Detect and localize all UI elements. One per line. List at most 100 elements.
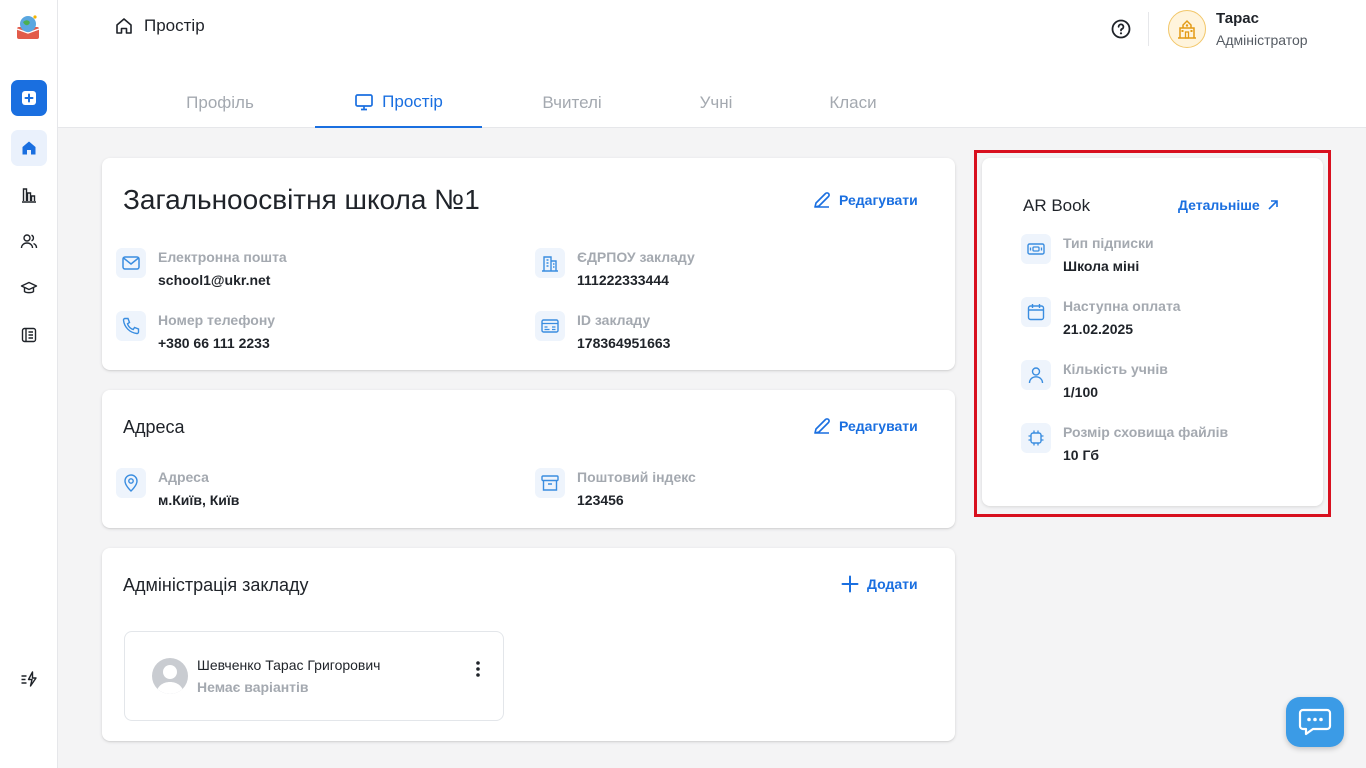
field-value: 123456 bbox=[577, 492, 624, 508]
phone-icon bbox=[116, 311, 146, 341]
field-value: 111222333444 bbox=[577, 272, 669, 288]
location-pin-icon bbox=[116, 468, 146, 498]
user-name: Тарас bbox=[1216, 10, 1259, 27]
field-value: м.Київ, Київ bbox=[158, 492, 240, 508]
field-label: Кількість учнів bbox=[1063, 361, 1168, 377]
archive-box-icon bbox=[535, 468, 565, 498]
subscription-title: AR Book bbox=[1023, 196, 1091, 215]
user-avatar[interactable] bbox=[1168, 10, 1206, 48]
sidebar-item-quick-actions[interactable] bbox=[11, 661, 47, 697]
field-label: Номер телефону bbox=[158, 312, 276, 328]
person-subtitle: Немає варіантів bbox=[197, 679, 309, 695]
help-circle-icon bbox=[1111, 19, 1131, 39]
home-icon bbox=[22, 141, 36, 155]
tab-students[interactable]: Учні bbox=[678, 78, 754, 128]
tab-label: Простір bbox=[382, 92, 443, 111]
person-avatar-icon bbox=[152, 658, 188, 694]
sidebar-item-library[interactable] bbox=[11, 317, 47, 353]
field-school-id: ID закладу 178364951663 bbox=[535, 311, 670, 353]
field-next-payment: Наступна оплата 21.02.2025 bbox=[1021, 297, 1181, 339]
chip-icon bbox=[1021, 423, 1051, 453]
calendar-icon bbox=[1021, 297, 1051, 327]
header-divider bbox=[1148, 12, 1149, 46]
bar-chart-icon bbox=[22, 188, 36, 203]
field-label: Електронна пошта bbox=[158, 249, 287, 265]
field-students-count: Кількість учнів 1/100 bbox=[1021, 360, 1168, 402]
field-label: Розмір сховища файлів bbox=[1063, 424, 1229, 440]
user-role: Адміністратор bbox=[1216, 32, 1308, 48]
field-label: ЄДРПОУ закладу bbox=[577, 249, 695, 265]
sidebar-item-users[interactable] bbox=[11, 223, 47, 259]
field-label: Тип підписки bbox=[1063, 235, 1154, 251]
home-outline-icon bbox=[116, 18, 132, 34]
edit-school-button[interactable]: Редагувати bbox=[812, 190, 918, 210]
sidebar bbox=[0, 0, 58, 768]
tab-classes[interactable]: Класи bbox=[810, 78, 896, 128]
arrow-up-right-icon bbox=[1268, 200, 1278, 210]
details-label: Детальніше bbox=[1178, 197, 1260, 213]
sidebar-item-education[interactable] bbox=[11, 270, 47, 306]
field-value: school1@ukr.net bbox=[158, 272, 271, 288]
users-icon bbox=[20, 234, 38, 249]
address-card: Адреса Редагувати Адреса м.Київ, Київ Пош… bbox=[102, 390, 955, 528]
lightning-list-icon bbox=[21, 671, 37, 687]
field-phone: Номер телефону +380 66 111 2233 bbox=[116, 311, 275, 353]
edit-label: Редагувати bbox=[839, 192, 918, 208]
field-storage-size: Розмір сховища файлів 10 Гб bbox=[1021, 423, 1228, 465]
chat-button[interactable] bbox=[1286, 697, 1344, 747]
tab-label: Учні bbox=[699, 93, 733, 112]
field-value: +380 66 111 2233 bbox=[158, 335, 270, 351]
plus-square-icon bbox=[22, 91, 36, 105]
school-building-icon bbox=[1178, 19, 1196, 39]
address-title: Адреса bbox=[123, 417, 185, 437]
pencil-icon bbox=[814, 418, 830, 434]
administration-title: Адміністрація закладу bbox=[123, 575, 309, 595]
tab-teachers[interactable]: Вчителі bbox=[510, 78, 634, 128]
subscription-card: AR Book Детальніше Тип підписки Школа мін… bbox=[982, 158, 1323, 506]
building-icon bbox=[535, 248, 565, 278]
field-value: 10 Гб bbox=[1063, 447, 1100, 463]
field-label: ID закладу bbox=[577, 312, 651, 328]
field-label: Поштовий індекс bbox=[577, 469, 696, 485]
sidebar-item-statistics[interactable] bbox=[11, 177, 47, 213]
breadcrumb-label: Простір bbox=[144, 16, 205, 35]
sidebar-item-home[interactable] bbox=[11, 130, 47, 166]
school-title: Загальноосвітня школа №1 bbox=[123, 184, 480, 215]
school-info-card: Загальноосвітня школа №1 Редагувати Елек… bbox=[102, 158, 955, 370]
book-icon bbox=[21, 327, 37, 343]
add-space-button[interactable] bbox=[11, 80, 47, 116]
edit-label: Редагувати bbox=[839, 418, 918, 434]
field-subscription-type: Тип підписки Школа міні bbox=[1021, 234, 1154, 276]
mail-icon bbox=[116, 248, 146, 278]
ticket-icon bbox=[1021, 234, 1051, 264]
tab-profile[interactable]: Профіль bbox=[158, 78, 282, 128]
field-value: Школа міні bbox=[1063, 258, 1140, 274]
edit-address-button[interactable]: Редагувати bbox=[812, 416, 918, 436]
tab-label: Вчителі bbox=[542, 93, 602, 112]
subscription-details-link[interactable]: Детальніше bbox=[1178, 197, 1280, 213]
user-icon bbox=[1021, 360, 1051, 390]
chat-bubble-icon bbox=[1298, 708, 1332, 736]
field-value: 178364951663 bbox=[577, 335, 671, 351]
pencil-icon bbox=[814, 192, 830, 208]
tab-space[interactable]: Простір bbox=[315, 78, 482, 128]
graduation-cap-icon bbox=[20, 281, 38, 294]
monitor-icon bbox=[355, 94, 374, 111]
plus-icon bbox=[841, 575, 859, 593]
field-value: 1/100 bbox=[1063, 384, 1099, 400]
field-label: Наступна оплата bbox=[1063, 298, 1181, 314]
admin-person-item[interactable]: Шевченко Тарас Григорович Немає варіанті… bbox=[124, 631, 504, 721]
more-options-icon[interactable] bbox=[475, 660, 481, 678]
field-value: 21.02.2025 bbox=[1063, 321, 1134, 337]
help-button[interactable] bbox=[1110, 18, 1132, 40]
breadcrumb[interactable]: Простір bbox=[114, 16, 205, 36]
add-admin-button[interactable]: Додати bbox=[840, 574, 918, 594]
id-card-icon bbox=[535, 311, 565, 341]
app-logo-icon[interactable] bbox=[14, 13, 42, 41]
header: Простір Тарас Адміністратор Профіль Прос… bbox=[58, 0, 1366, 128]
person-name: Шевченко Тарас Григорович bbox=[197, 657, 381, 673]
field-edrpou: ЄДРПОУ закладу 111222333444 bbox=[535, 248, 695, 290]
field-postal-code: Поштовий індекс 123456 bbox=[535, 468, 696, 510]
tab-label: Профіль bbox=[186, 93, 254, 112]
field-email: Електронна пошта school1@ukr.net bbox=[116, 248, 287, 290]
